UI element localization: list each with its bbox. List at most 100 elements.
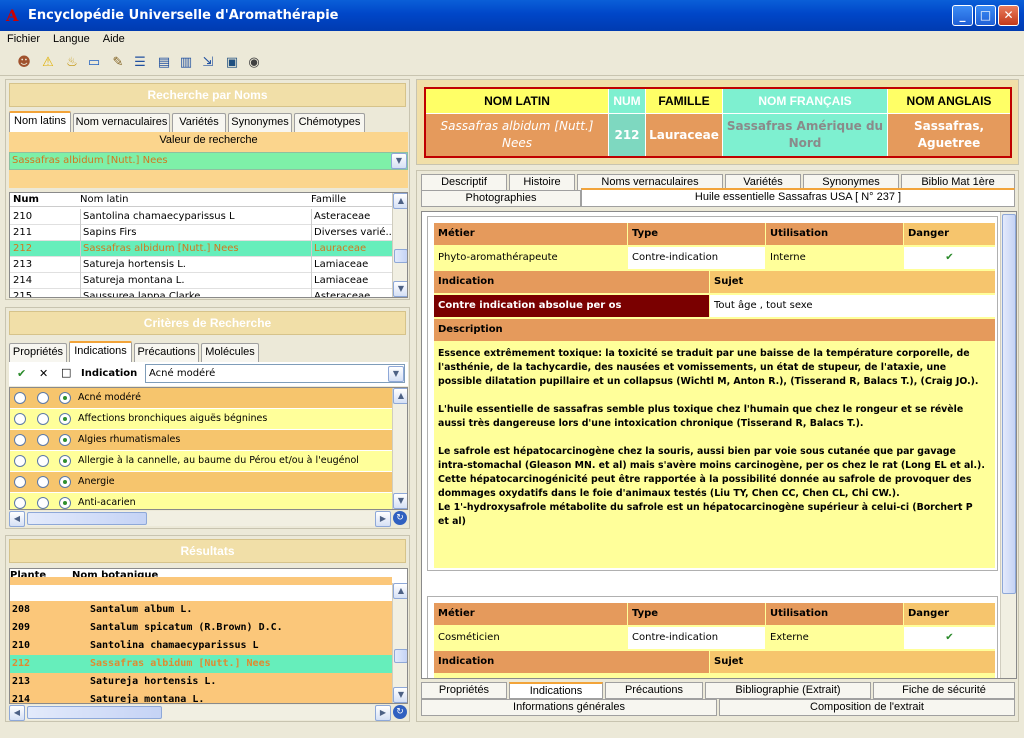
indication-list-scrollbar[interactable]: ▲ ▼	[392, 388, 407, 509]
results-hscroll[interactable]: ◀ ▶	[9, 705, 391, 721]
radio-include[interactable]	[14, 497, 26, 509]
scroll-up-icon[interactable]: ▲	[393, 583, 407, 599]
scroll-down-icon[interactable]: ▼	[393, 493, 407, 509]
indication-combo[interactable]: Acné modéré ▼	[145, 364, 405, 383]
result-row[interactable]: 210 Santolina chamaecyparissus L	[10, 637, 392, 655]
tab-molecules[interactable]: Molécules	[201, 343, 259, 362]
tab-precautions[interactable]: Précautions	[134, 343, 199, 362]
cross-icon[interactable]: ✕	[39, 367, 48, 380]
radio-neutral[interactable]	[59, 434, 71, 446]
scroll-down-icon[interactable]: ▼	[393, 687, 407, 703]
scroll-up-icon[interactable]: ▲	[393, 193, 407, 209]
scroll-down-icon[interactable]: ▼	[393, 281, 407, 297]
indication-row[interactable]: Affections bronchiques aiguës bégnines	[10, 409, 392, 429]
tab-precautions-bottom[interactable]: Précautions	[605, 682, 703, 699]
indication-row[interactable]: Acné modéré	[10, 388, 392, 408]
radio-include[interactable]	[14, 455, 26, 467]
export-icon[interactable]: ⇲	[198, 53, 218, 73]
tab-proprietes[interactable]: Propriétés	[9, 343, 67, 362]
menu-langue[interactable]: Langue	[46, 31, 96, 45]
minimize-button[interactable]: _	[952, 5, 973, 26]
flask-icon[interactable]: ♨	[62, 53, 82, 73]
radio-exclude[interactable]	[37, 392, 49, 404]
chevron-down-icon[interactable]: ▼	[388, 366, 404, 382]
globe-icon[interactable]: ◉	[244, 53, 264, 73]
tab-varietes[interactable]: Variétés	[172, 113, 226, 132]
warning-icon[interactable]: ⚠	[38, 53, 58, 73]
scroll-left-icon[interactable]: ◀	[9, 705, 25, 721]
radio-neutral[interactable]	[59, 476, 71, 488]
scroll-left-icon[interactable]: ◀	[9, 511, 25, 527]
result-row[interactable]: 209 Santalum spicatum (R.Brown) D.C.	[10, 619, 392, 637]
reset-icon[interactable]: ↻	[393, 705, 407, 719]
tab-proprietes-bottom[interactable]: Propriétés	[421, 682, 507, 699]
tab-indications[interactable]: Indications	[69, 341, 132, 362]
tab-synonymes[interactable]: Synonymes	[228, 113, 292, 132]
window-icon[interactable]: ▣	[222, 53, 242, 73]
radio-exclude[interactable]	[37, 497, 49, 509]
tab-histoire[interactable]: Histoire	[509, 174, 575, 191]
reset-icon[interactable]: ↻	[393, 511, 407, 525]
tab-indications-bottom[interactable]: Indications	[509, 682, 603, 699]
tab-huile-essentielle[interactable]: Huile essentielle Sassafras USA [ N° 237…	[581, 188, 1015, 207]
note-icon[interactable]: ✎	[108, 53, 128, 73]
details-view-icon[interactable]: ▤	[154, 53, 174, 73]
tab-chemotypes[interactable]: Chémotypes	[294, 113, 365, 132]
radio-exclude[interactable]	[37, 413, 49, 425]
result-row[interactable]: 214 Satureja montana L.	[10, 691, 392, 703]
results-scrollbar[interactable]: ▲ ▼	[392, 583, 407, 703]
tab-bibliographie[interactable]: Bibliographie (Extrait)	[705, 682, 871, 699]
radio-exclude[interactable]	[37, 476, 49, 488]
user-icon[interactable]: ☻	[14, 53, 34, 73]
tab-informations-generales[interactable]: Informations générales	[421, 699, 717, 716]
tab-descriptif[interactable]: Descriptif	[421, 174, 507, 191]
radio-neutral[interactable]	[59, 455, 71, 467]
close-button[interactable]: ✕	[998, 5, 1019, 26]
radio-neutral[interactable]	[59, 413, 71, 425]
radio-exclude[interactable]	[37, 434, 49, 446]
table-row[interactable]: 215 Saussurea lappa Clarke Asteraceae	[10, 289, 393, 297]
radio-include[interactable]	[14, 476, 26, 488]
maximize-button[interactable]: □	[975, 5, 996, 26]
tab-nom-latins[interactable]: Nom latins	[9, 111, 71, 132]
tab-photographies[interactable]: Photographies	[421, 190, 581, 207]
table-row[interactable]: 213 Satureja hortensis L. Lamiaceae	[10, 257, 393, 273]
radio-exclude[interactable]	[37, 455, 49, 467]
tab-fiche-securite[interactable]: Fiche de sécurité	[873, 682, 1015, 699]
radio-include[interactable]	[14, 413, 26, 425]
search-value-combo[interactable]: Sassafras albidum [Nutt.] Nees ▼	[9, 152, 408, 170]
table-row-selected[interactable]: 212 Sassafras albidum [Nutt.] Nees Laurace…	[10, 241, 393, 257]
radio-include[interactable]	[14, 392, 26, 404]
chevron-down-icon[interactable]: ▼	[391, 153, 407, 169]
result-row-selected[interactable]: 212 Sassafras albidum [Nutt.] Nees	[10, 655, 392, 673]
columns-view-icon[interactable]: ▥	[176, 53, 196, 73]
square-icon[interactable]: □	[61, 366, 71, 379]
check-icon[interactable]: ✔	[17, 367, 26, 380]
table-row[interactable]: 211 Sapins Firs Diverses varié...	[10, 225, 393, 241]
list-view-icon[interactable]: ☰	[130, 53, 150, 73]
menu-aide[interactable]: Aide	[96, 31, 131, 45]
col-family[interactable]: Famille	[311, 193, 346, 207]
table-row[interactable]: 214 Satureja montana L. Lamiaceae	[10, 273, 393, 289]
tab-composition-extrait[interactable]: Composition de l'extrait	[719, 699, 1015, 716]
scroll-right-icon[interactable]: ▶	[375, 705, 391, 721]
indication-row[interactable]: Allergie à la cannelle, au baume du Péro…	[10, 451, 392, 471]
indication-row[interactable]: Algies rhumatismales	[10, 430, 392, 450]
scroll-right-icon[interactable]: ▶	[375, 511, 391, 527]
col-latin[interactable]: Nom latin	[80, 193, 128, 207]
menu-fichier[interactable]: Fichier	[0, 31, 46, 45]
col-num[interactable]: Num	[13, 193, 39, 207]
indication-row[interactable]: Anergie	[10, 472, 392, 492]
radio-neutral[interactable]	[59, 497, 71, 509]
records-scrollbar[interactable]	[1000, 212, 1016, 678]
latin-table-scrollbar[interactable]: ▲ ▼	[392, 193, 407, 297]
indication-row[interactable]: Anti-acarien	[10, 493, 392, 509]
radio-neutral[interactable]	[59, 392, 71, 404]
result-row[interactable]: 207Salvia sclarea L.	[10, 577, 392, 585]
indication-hscroll[interactable]: ◀ ▶	[9, 511, 391, 527]
radio-include[interactable]	[14, 434, 26, 446]
scroll-up-icon[interactable]: ▲	[393, 388, 407, 404]
result-row[interactable]: 208 Santalum album L.	[10, 601, 392, 619]
book-icon[interactable]: ▭	[84, 53, 104, 73]
result-row[interactable]: 213 Satureja hortensis L.	[10, 673, 392, 691]
